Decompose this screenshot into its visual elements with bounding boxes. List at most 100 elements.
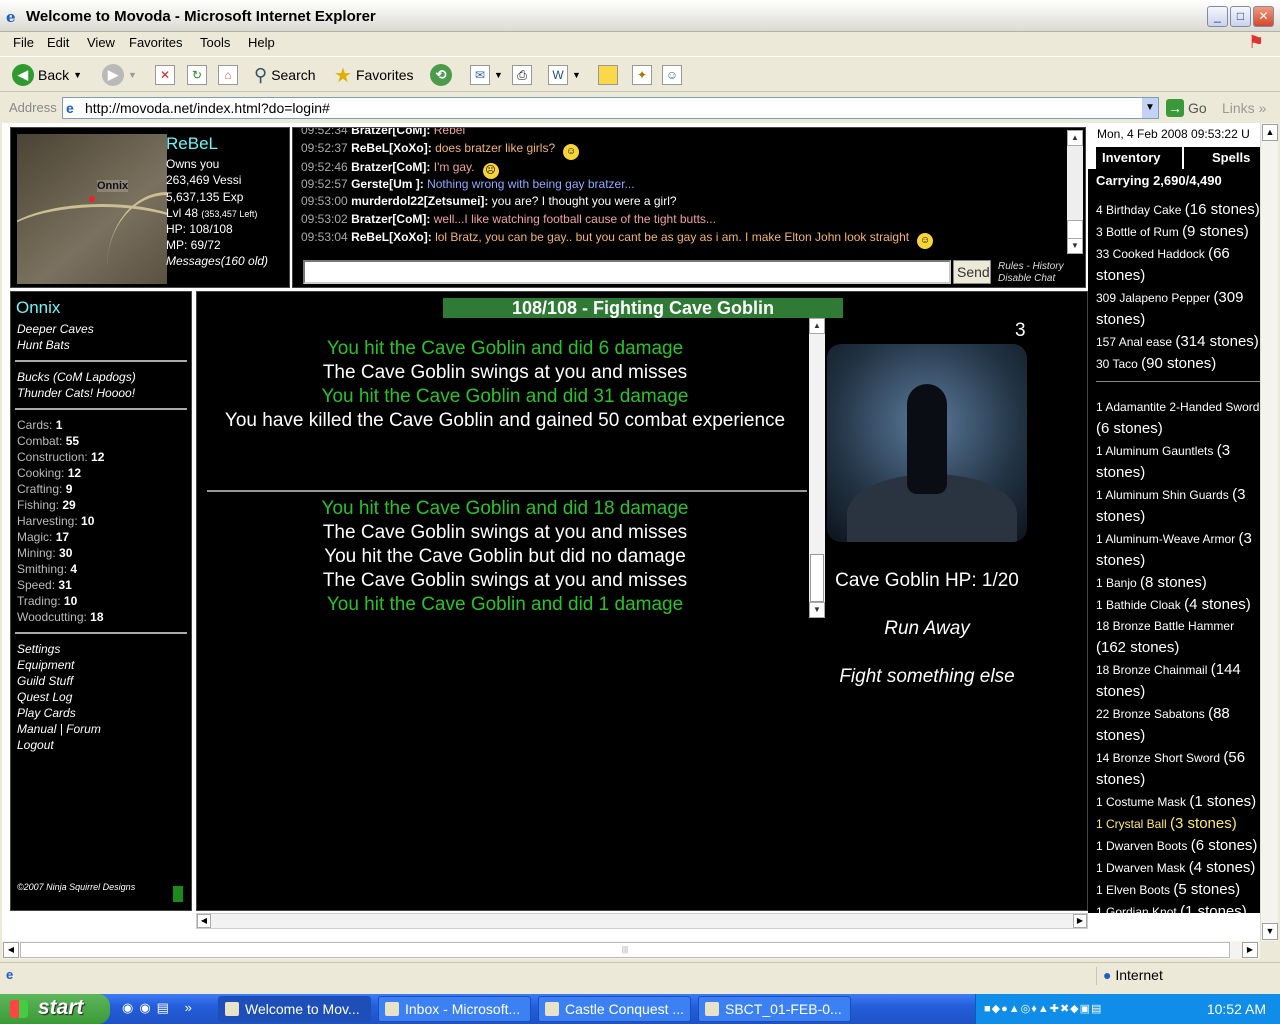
- inventory-item[interactable]: 22 Bronze Sabatons (88 stones): [1096, 703, 1260, 747]
- hscroll-left-icon[interactable]: ◀: [3, 942, 19, 958]
- mail-button[interactable]: ✉ ▼: [470, 63, 503, 87]
- maximize-button[interactable]: □: [1230, 6, 1251, 27]
- address-dropdown-icon[interactable]: ▼: [1142, 98, 1158, 118]
- task-inbox[interactable]: Inbox - Microsoft...: [378, 996, 531, 1022]
- chat-user[interactable]: murderdol22[Zetsumei]:: [351, 194, 488, 208]
- nav-link-deeper-caves[interactable]: Deeper Caves: [17, 322, 94, 336]
- messages-link[interactable]: Messages(160 old): [166, 254, 268, 268]
- task-sbct[interactable]: SBCT_01-FEB-0...: [698, 996, 851, 1022]
- address-input[interactable]: e http://movoda.net/index.html?do=login#: [62, 97, 1159, 119]
- search-button[interactable]: ⚲ Search: [254, 63, 316, 87]
- tray-icons[interactable]: ■◆●▲◎♦▲✚✖◆▣▤: [984, 1002, 1102, 1015]
- location-map[interactable]: Onnix: [17, 134, 167, 284]
- links-button[interactable]: Links »: [1222, 100, 1266, 116]
- inventory-item[interactable]: 1 Dwarven Mask (4 stones): [1096, 857, 1260, 879]
- nav-link[interactable]: Play Cards: [17, 706, 76, 720]
- minimize-button[interactable]: _: [1207, 6, 1228, 27]
- inventory-item[interactable]: 1 Aluminum-Weave Armor (3 stones): [1096, 528, 1260, 572]
- inventory-item[interactable]: 18 Bronze Chainmail (144 stones): [1096, 659, 1260, 703]
- nav-link[interactable]: Guild Stuff: [17, 674, 73, 688]
- inventory-item[interactable]: 1 Costume Mask (1 stones): [1096, 791, 1260, 813]
- print-button[interactable]: ⎙: [512, 63, 532, 87]
- chat-user[interactable]: Bratzer[CoM]:: [351, 160, 430, 174]
- quick-launch[interactable]: ◉◉▤ »: [122, 1000, 198, 1016]
- menu-help[interactable]: Help: [248, 35, 275, 50]
- chat-scroll-thumb[interactable]: [1067, 220, 1083, 240]
- inventory-item[interactable]: 1 Gordian Knot (1 stones): [1096, 901, 1260, 923]
- back-dropdown-icon[interactable]: ▼: [73, 70, 82, 80]
- run-away-link[interactable]: Run Away: [827, 618, 1027, 640]
- scroll-left-icon[interactable]: ◀: [197, 914, 211, 928]
- combat-scroll-up-icon[interactable]: ▲: [809, 318, 825, 334]
- tab-inventory[interactable]: Inventory: [1096, 147, 1182, 169]
- inventory-item[interactable]: 33 Cooked Haddock (66 stones): [1096, 243, 1260, 287]
- chat-input[interactable]: [303, 260, 951, 284]
- combat-scroll-down-icon[interactable]: ▼: [809, 602, 825, 618]
- vscroll-down-icon[interactable]: ▼: [1262, 923, 1278, 940]
- start-button[interactable]: start: [0, 994, 110, 1024]
- inventory-item[interactable]: 1 Bathide Cloak (4 stones): [1096, 594, 1260, 616]
- vscroll-up-icon[interactable]: ▲: [1262, 124, 1278, 141]
- inventory-item[interactable]: 1 Dwarven Boots (6 stones): [1096, 835, 1260, 857]
- chat-scroll-down-icon[interactable]: ▼: [1067, 238, 1083, 254]
- task-welcome[interactable]: Welcome to Mov...: [218, 996, 371, 1022]
- menu-view[interactable]: View: [87, 35, 115, 50]
- inventory-item[interactable]: 14 Bronze Short Sword (56 stones): [1096, 747, 1260, 791]
- chat-user[interactable]: ReBeL[XoXo]:: [351, 230, 432, 244]
- back-button[interactable]: ◀ Back ▼: [12, 63, 82, 87]
- guild-link[interactable]: Thunder Cats! Hoooo!: [17, 386, 135, 400]
- browser-hscrollbar[interactable]: ◀ ||| ▶: [2, 941, 1260, 959]
- hscroll-right-icon[interactable]: ▶: [1242, 942, 1258, 958]
- task-castle-conquest[interactable]: Castle Conquest ...: [538, 996, 691, 1022]
- current-location[interactable]: Onnix: [16, 298, 60, 318]
- inventory-item[interactable]: 3 Bottle of Rum (9 stones): [1096, 221, 1260, 243]
- nav-link[interactable]: Equipment: [17, 658, 74, 672]
- chat-user[interactable]: Bratzer[CoM]:: [351, 128, 430, 137]
- player-name[interactable]: ReBeL: [166, 134, 218, 154]
- messenger-button[interactable]: ☺: [662, 63, 682, 87]
- combat-scroll-thumb[interactable]: [810, 554, 824, 602]
- mail-dropdown-icon[interactable]: ▼: [494, 70, 503, 80]
- disable-chat-link[interactable]: Disable Chat: [998, 273, 1064, 285]
- guild-link[interactable]: Bucks (CoM Lapdogs): [17, 370, 136, 384]
- edit-dropdown-icon[interactable]: ▼: [572, 70, 581, 80]
- chat-user[interactable]: Bratzer[CoM]:: [351, 212, 430, 226]
- inventory-item[interactable]: 1 Aluminum Gauntlets (3 stones): [1096, 440, 1260, 484]
- research-button[interactable]: ✦: [632, 63, 652, 87]
- refresh-button[interactable]: ↻: [187, 63, 207, 87]
- forward-dropdown-icon[interactable]: ▼: [128, 70, 137, 80]
- page-inner-hscrollbar[interactable]: ◀ ▶: [196, 913, 1088, 929]
- menu-edit[interactable]: Edit: [47, 35, 69, 50]
- menu-favorites[interactable]: Favorites: [129, 35, 182, 50]
- home-button[interactable]: ⌂: [218, 63, 238, 87]
- inventory-item[interactable]: 1 Crystal Ball (3 stones): [1096, 813, 1260, 835]
- nav-link[interactable]: Quest Log: [17, 690, 72, 704]
- chat-user[interactable]: Gerste[Um ]:: [351, 177, 424, 191]
- inventory-item[interactable]: 1 Elven Boots (5 stones): [1096, 879, 1260, 901]
- tab-spells[interactable]: Spells: [1184, 147, 1260, 169]
- inventory-item[interactable]: 18 Bronze Battle Hammer (162 stones): [1096, 616, 1260, 659]
- inventory-item[interactable]: 309 Jalapeno Pepper (309 stones): [1096, 287, 1260, 331]
- inventory-item[interactable]: 30 Taco (90 stones): [1096, 353, 1260, 375]
- inventory-item[interactable]: 4 Birthday Cake (16 stones): [1096, 199, 1260, 221]
- discuss-button[interactable]: [598, 63, 618, 87]
- send-button[interactable]: Send: [953, 260, 991, 284]
- browser-vscrollbar[interactable]: ▲ ▼: [1260, 123, 1278, 941]
- rules-history-link[interactable]: Rules - History: [998, 261, 1064, 273]
- nav-link[interactable]: Logout: [17, 738, 54, 752]
- menu-tools[interactable]: Tools: [200, 35, 230, 50]
- nav-link[interactable]: Settings: [17, 642, 60, 656]
- inventory-item[interactable]: 1 Banjo (8 stones): [1096, 572, 1260, 594]
- combat-scrollbar[interactable]: ▲ ▼: [809, 318, 825, 618]
- stop-button[interactable]: ✕: [155, 63, 175, 87]
- go-button[interactable]: → Go: [1166, 99, 1207, 117]
- menu-file[interactable]: File: [13, 35, 34, 50]
- history-button[interactable]: ⟲: [430, 63, 452, 87]
- hscroll-thumb[interactable]: |||: [20, 942, 1230, 958]
- edit-button[interactable]: W ▼: [548, 63, 581, 87]
- scroll-right-icon[interactable]: ▶: [1073, 914, 1087, 928]
- nav-link-hunt-bats[interactable]: Hunt Bats: [17, 338, 70, 352]
- chat-scroll-up-icon[interactable]: ▲: [1067, 130, 1083, 146]
- chat-scrollbar[interactable]: ▲ ▼: [1067, 130, 1083, 254]
- nav-link[interactable]: Manual | Forum: [17, 722, 101, 736]
